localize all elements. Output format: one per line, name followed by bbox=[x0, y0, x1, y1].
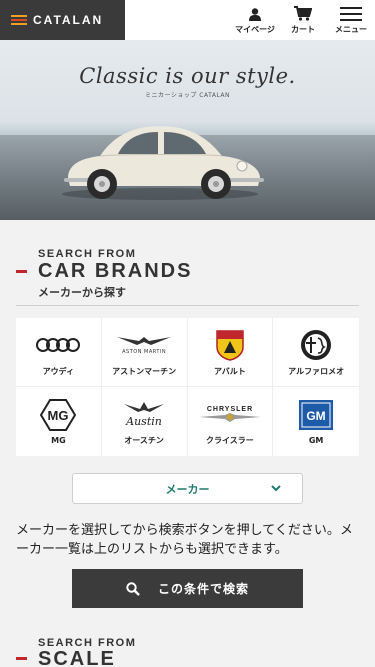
brand-item-aston-martin[interactable]: ASTON MARTIN アストンマーチン bbox=[101, 318, 188, 387]
brand-name: アウディ bbox=[42, 366, 75, 376]
brand-item-audi[interactable]: アウディ bbox=[16, 318, 102, 387]
hero-subtitle: ミニカーショップ CATALAN bbox=[145, 92, 230, 99]
brand-item-gm[interactable]: GM GM bbox=[273, 387, 359, 456]
brand-item-abarth[interactable]: アバルト bbox=[187, 318, 274, 387]
brand-name: アルファロメオ bbox=[288, 366, 345, 376]
logo-flag-icon bbox=[11, 15, 27, 25]
search-button[interactable]: この条件で検索 bbox=[72, 569, 303, 608]
account-button[interactable]: マイページ bbox=[235, 0, 275, 40]
user-icon bbox=[249, 8, 261, 21]
brand-item-chrysler[interactable]: CHRYSLER クライスラー bbox=[188, 387, 274, 456]
abarth-logo-icon bbox=[216, 329, 244, 361]
gm-logo-icon: GM bbox=[299, 400, 334, 430]
mg-logo-icon: MG bbox=[40, 399, 77, 431]
brands-section-small-title: SEARCH FROM bbox=[38, 248, 137, 260]
brand-item-mg[interactable]: MG MG bbox=[16, 387, 102, 456]
hamburger-icon bbox=[340, 7, 362, 21]
logo-text: CATALAN bbox=[33, 13, 104, 27]
brand-name: オースチン bbox=[124, 436, 164, 445]
audi-logo-icon bbox=[36, 337, 81, 352]
austin-logo-text: Austin bbox=[125, 415, 162, 428]
beetle-car-image bbox=[62, 126, 264, 200]
aston-martin-logo-icon bbox=[117, 336, 172, 345]
brand-name: アバルト bbox=[214, 366, 246, 376]
brand-grid: アウディ ASTON MARTIN アストンマーチン アバルト アルファロメオ … bbox=[16, 318, 359, 456]
cart-icon bbox=[294, 6, 312, 21]
search-icon bbox=[126, 581, 140, 596]
alfa-romeo-logo-icon bbox=[301, 329, 332, 360]
hero-banner[interactable]: Classic is our style. ミニカーショップ CATALAN bbox=[0, 40, 375, 220]
brand-item-austin[interactable]: Austin オースチン bbox=[102, 387, 188, 456]
brand-select-value: メーカー bbox=[165, 482, 210, 496]
site-logo[interactable]: CATALAN bbox=[0, 0, 125, 40]
chevron-down-icon bbox=[271, 485, 281, 492]
section-divider bbox=[16, 305, 359, 306]
aston-martin-logo-text: ASTON MARTIN bbox=[122, 348, 167, 355]
menu-button[interactable]: メニュー bbox=[332, 0, 370, 40]
site-header: CATALAN マイページ カート メニュー bbox=[0, 0, 375, 40]
search-button-label: この条件で検索 bbox=[157, 582, 249, 596]
cart-button[interactable]: カート bbox=[285, 0, 321, 40]
gm-logo-text: GM bbox=[306, 409, 325, 423]
chrysler-logo-text: CHRYSLER bbox=[207, 406, 253, 413]
brand-name: MG bbox=[51, 436, 66, 445]
mg-logo-text: MG bbox=[48, 408, 69, 423]
brand-select[interactable]: メーカー bbox=[72, 473, 303, 504]
austin-logo-icon: Austin bbox=[124, 402, 165, 428]
menu-label: メニュー bbox=[335, 25, 367, 34]
brands-section-dash bbox=[16, 270, 27, 273]
scale-section-dash bbox=[16, 657, 27, 660]
cart-label: カート bbox=[291, 25, 315, 34]
chrysler-logo-icon: CHRYSLER bbox=[198, 406, 261, 422]
brands-section-jp-title: メーカーから探す bbox=[38, 286, 126, 299]
brands-section-title: CAR BRANDS bbox=[38, 260, 193, 282]
account-label: マイページ bbox=[235, 25, 275, 34]
brand-item-alfa-romeo[interactable]: アルファロメオ bbox=[273, 318, 359, 387]
brand-name: アストンマーチン bbox=[112, 366, 177, 376]
brand-name: GM bbox=[308, 436, 324, 445]
brand-name: クライスラー bbox=[205, 436, 254, 445]
search-description: メーカーを選択してから検索ボタンを押してください。メーカー一覧は上のリストからも… bbox=[16, 523, 353, 557]
scale-section-title: SCALE bbox=[38, 648, 116, 667]
hero-slogan: Classic is our style. bbox=[79, 64, 296, 88]
